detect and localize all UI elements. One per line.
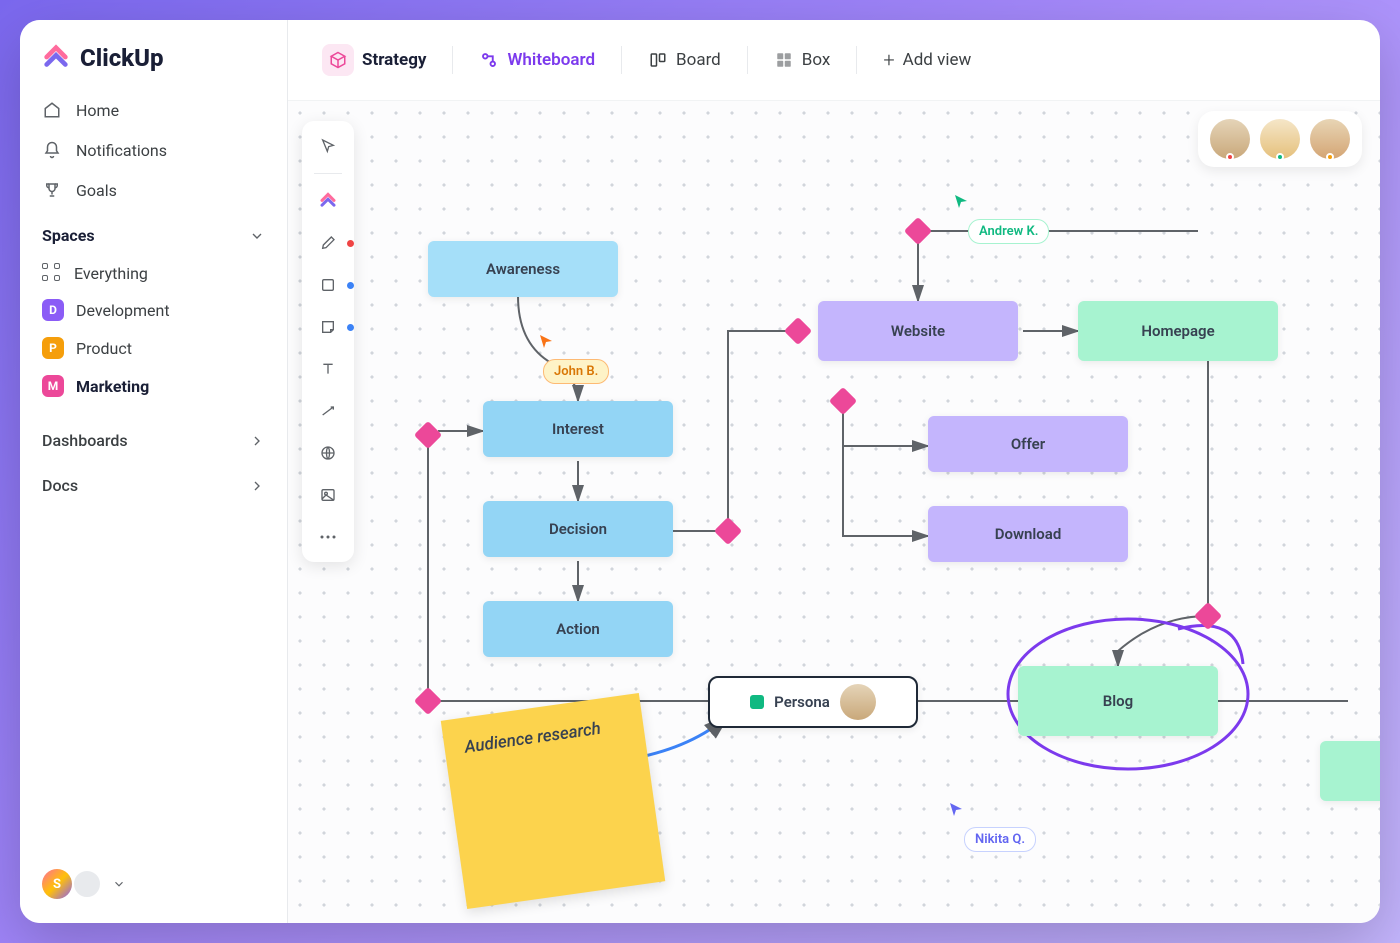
node-offer[interactable]: Offer: [928, 416, 1128, 472]
tool-shape[interactable]: [310, 270, 346, 300]
space-badge: P: [42, 337, 64, 359]
trophy-icon: [42, 180, 62, 200]
box-grid-icon: [774, 50, 794, 70]
node-download[interactable]: Download: [928, 506, 1128, 562]
app-window: ClickUp Home Notifications Goals Spaces: [20, 20, 1380, 923]
status-square-icon: [750, 695, 764, 709]
assignee-avatar: [840, 684, 876, 720]
chevron-right-icon: [249, 433, 265, 449]
tab-board[interactable]: Board: [634, 40, 735, 80]
connector-diamond[interactable]: [414, 421, 442, 449]
add-view-button[interactable]: + Add view: [869, 38, 985, 82]
presence-user-2[interactable]: [1260, 119, 1300, 159]
presence-user-1[interactable]: [1210, 119, 1250, 159]
sidebar-item-home[interactable]: Home: [20, 90, 287, 130]
sidebar: ClickUp Home Notifications Goals Spaces: [20, 20, 288, 923]
whiteboard-toolbar: [302, 121, 354, 562]
grid-dots-icon: [42, 263, 62, 283]
cursor-label-john: John B.: [543, 359, 609, 384]
whiteboard-icon: [479, 50, 499, 70]
docs-header[interactable]: Docs: [20, 460, 287, 505]
main: Strategy Whiteboard Board: [288, 20, 1380, 923]
sidebar-item-product[interactable]: P Product: [20, 329, 287, 367]
node-interest[interactable]: Interest: [483, 401, 673, 457]
node-awareness[interactable]: Awareness: [428, 241, 618, 297]
sidebar-item-marketing[interactable]: M Marketing: [20, 367, 287, 405]
connector-diamond[interactable]: [414, 687, 442, 715]
tab-whiteboard[interactable]: Whiteboard: [465, 40, 609, 80]
tool-sticky-note[interactable]: [310, 312, 346, 342]
divider: [452, 46, 453, 74]
divider: [314, 173, 342, 174]
dashboards-header[interactable]: Dashboards: [20, 415, 287, 460]
connector-diamond[interactable]: [784, 317, 812, 345]
sidebar-item-development[interactable]: D Development: [20, 291, 287, 329]
chevron-down-icon: [249, 228, 265, 244]
presence-user-3[interactable]: [1310, 119, 1350, 159]
node-blog[interactable]: Blog: [1018, 666, 1218, 736]
workspace-switcher[interactable]: S: [20, 869, 287, 899]
home-icon: [42, 100, 62, 120]
sidebar-item-notifications[interactable]: Notifications: [20, 130, 287, 170]
plus-icon: +: [883, 48, 894, 72]
space-badge: D: [42, 299, 64, 321]
tool-clickup[interactable]: [310, 186, 346, 216]
nav-label: Home: [76, 101, 119, 120]
divider: [856, 46, 857, 74]
connector-diamond[interactable]: [829, 387, 857, 415]
nav-label: Notifications: [76, 141, 167, 160]
divider: [747, 46, 748, 74]
tool-connector[interactable]: [310, 396, 346, 426]
cursor-pointer-icon: [953, 193, 969, 209]
spaces-header[interactable]: Spaces: [20, 210, 287, 255]
space-badge: M: [42, 375, 64, 397]
cube-icon: [322, 44, 354, 76]
nav-label: Goals: [76, 181, 117, 200]
tool-pen[interactable]: [310, 228, 346, 258]
breadcrumb-space[interactable]: Strategy: [308, 34, 440, 86]
clickup-logo-icon: [42, 44, 70, 72]
sidebar-item-everything[interactable]: Everything: [20, 255, 287, 291]
color-indicator: [347, 324, 354, 331]
node-persona[interactable]: Persona: [708, 676, 918, 728]
tabs-bar: Strategy Whiteboard Board: [288, 20, 1380, 101]
cursor-pointer-icon: [948, 801, 964, 817]
node-green-edge[interactable]: [1320, 741, 1380, 801]
board-icon: [648, 50, 668, 70]
logo[interactable]: ClickUp: [20, 44, 287, 90]
workspace-avatar: S: [42, 869, 72, 899]
cursor-label-andrew: Andrew K.: [968, 219, 1049, 244]
tab-box[interactable]: Box: [760, 40, 845, 80]
tool-web[interactable]: [310, 438, 346, 468]
tool-text[interactable]: [310, 354, 346, 384]
user-avatar: [72, 869, 102, 899]
whiteboard-canvas[interactable]: Awareness Interest Decision Action Websi…: [288, 101, 1380, 923]
chevron-right-icon: [249, 478, 265, 494]
node-website[interactable]: Website: [818, 301, 1018, 361]
color-indicator: [347, 240, 354, 247]
presence-bar[interactable]: [1198, 111, 1362, 167]
node-action[interactable]: Action: [483, 601, 673, 657]
cursor-label-nikita: Nikita Q.: [964, 827, 1036, 852]
chevron-down-icon: [112, 877, 126, 891]
bell-icon: [42, 140, 62, 160]
brand-name: ClickUp: [80, 44, 164, 72]
sidebar-item-goals[interactable]: Goals: [20, 170, 287, 210]
node-decision[interactable]: Decision: [483, 501, 673, 557]
divider: [621, 46, 622, 74]
connector-diamond[interactable]: [714, 517, 742, 545]
tool-pointer[interactable]: [310, 131, 346, 161]
connector-diamond[interactable]: [904, 217, 932, 245]
cursor-pointer-icon: [538, 333, 554, 349]
node-homepage[interactable]: Homepage: [1078, 301, 1278, 361]
tool-image[interactable]: [310, 480, 346, 510]
color-indicator: [347, 282, 354, 289]
sticky-note[interactable]: Audience research: [441, 693, 665, 909]
tool-more[interactable]: [310, 522, 346, 552]
